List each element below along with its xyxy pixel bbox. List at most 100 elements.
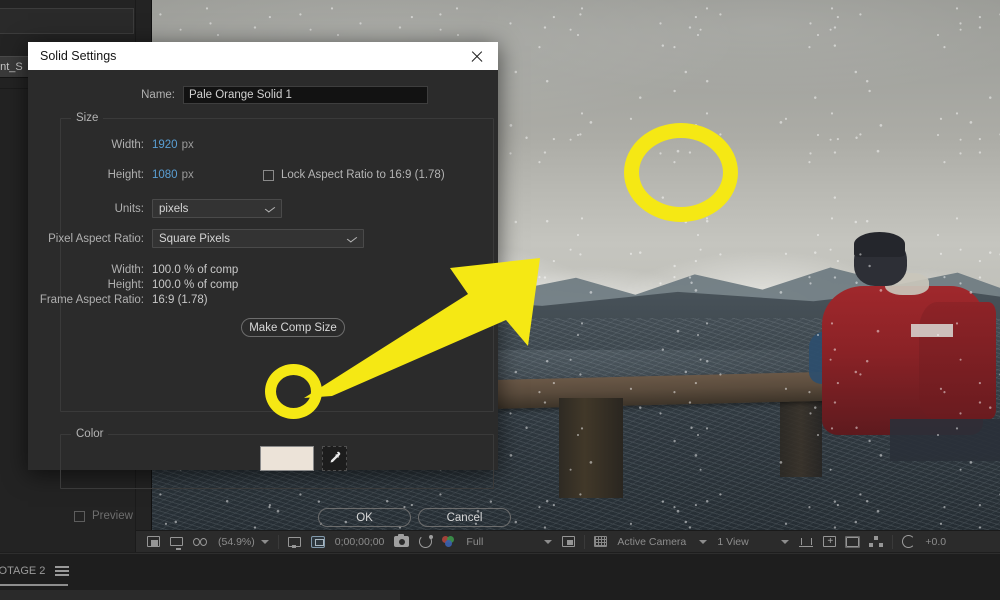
bottom-panel-strip: OOTAGE 2 — [0, 552, 1000, 600]
reset-exposure-icon — [902, 535, 916, 548]
view-layout-value: 1 View — [717, 535, 749, 548]
color-swatch[interactable] — [260, 446, 314, 471]
eyedropper-button[interactable] — [322, 446, 347, 471]
timecode-value: 0;00;00;00 — [334, 535, 385, 548]
comp-height-value: 100.0 % of comp — [152, 279, 239, 291]
close-icon[interactable] — [466, 45, 488, 67]
region-of-interest-icon — [287, 536, 301, 548]
toolbar-separator — [892, 534, 894, 549]
footage-panel-tab[interactable]: OOTAGE 2 — [0, 562, 70, 580]
lock-aspect-row[interactable]: Lock Aspect Ratio to 16:9 (1.78) — [263, 169, 445, 181]
width-value[interactable]: 1920 — [152, 139, 178, 151]
3d-view-icon — [845, 535, 861, 548]
roi-box-icon — [310, 535, 325, 548]
preview-row[interactable]: Preview — [74, 510, 133, 522]
pixel-aspect-value: Square Pixels — [159, 232, 230, 245]
preview-checkbox[interactable] — [74, 510, 85, 522]
channels-rgb-icon — [442, 535, 456, 548]
chevron-down-icon — [260, 539, 269, 544]
dialog-title-bar: Solid Settings — [28, 42, 498, 70]
solid-name-input[interactable] — [183, 86, 428, 104]
eyedropper-icon — [330, 451, 341, 463]
chevron-down-icon — [699, 539, 708, 544]
pixel-aspect-label: Pixel Aspect Ratio: — [48, 232, 144, 245]
viewer-toolbar[interactable]: (54.9%) 0;00;00;00 Full Active Camera 1 … — [136, 530, 1000, 552]
name-row: Name: — [28, 86, 498, 104]
transparency-grid-icon — [594, 536, 608, 547]
zoom-level-dropdown[interactable]: (54.9%) — [213, 531, 274, 553]
3d-glasses-icon — [193, 537, 208, 546]
size-group: Size Width: 1920 px Lock Aspect Ratio to… — [40, 112, 494, 412]
camera-dropdown[interactable]: Active Camera — [612, 531, 712, 553]
frame-aspect-value: 16:9 (1.78) — [152, 294, 208, 306]
pixel-aspect-select[interactable]: Square Pixels — [152, 229, 364, 248]
transparency-grid-button[interactable] — [589, 531, 612, 553]
render-plus-icon — [823, 535, 837, 548]
monitor-button[interactable] — [165, 531, 188, 553]
lock-aspect-checkbox[interactable] — [263, 169, 274, 181]
comp-width-row: Width: 100.0 % of comp — [29, 262, 238, 278]
exposure-value-field[interactable]: +0.0 — [920, 531, 951, 553]
roi-toggle-button[interactable] — [306, 531, 330, 553]
solid-settings-dialog[interactable]: Solid Settings Name: Size Width: 1920 px — [28, 42, 511, 527]
toolbar-separator — [584, 534, 586, 549]
region-of-interest-button[interactable] — [283, 531, 306, 553]
chevron-down-icon — [781, 539, 790, 544]
ok-button[interactable]: OK — [318, 508, 411, 527]
chevron-down-icon — [544, 539, 553, 544]
comp-width-value: 100.0 % of comp — [152, 264, 239, 276]
width-label: Width: — [111, 139, 144, 151]
lock-aspect-label: Lock Aspect Ratio to 16:9 (1.78) — [281, 169, 445, 181]
make-comp-size-button[interactable]: Make Comp Size — [241, 318, 345, 337]
pixel-aspect-row: Pixel Aspect Ratio: Square Pixels — [29, 229, 364, 248]
mask-view-icon — [562, 536, 576, 547]
frame-aspect-label: Frame Aspect Ratio: — [39, 294, 144, 306]
units-row: Units: pixels — [29, 199, 282, 218]
cancel-button[interactable]: Cancel — [418, 508, 511, 527]
dialog-body: Name: Size Width: 1920 px Lock Aspect Ra… — [28, 70, 511, 527]
hamburger-menu-icon[interactable] — [55, 566, 70, 576]
show-snapshot-icon — [419, 535, 434, 548]
footage-tab-label: OOTAGE 2 — [0, 565, 46, 577]
render-button[interactable] — [818, 531, 841, 553]
comp-width-label: Width: — [111, 264, 144, 276]
mask-view-button[interactable] — [557, 531, 580, 553]
height-value[interactable]: 1080 — [152, 169, 178, 181]
snapshot-button[interactable] — [389, 531, 414, 553]
view-layout-dropdown[interactable]: 1 View — [712, 531, 794, 553]
screenshot-root: ent_S — [0, 0, 1000, 600]
timecode-display[interactable]: 0;00;00;00 — [330, 531, 390, 553]
guides-button[interactable] — [794, 531, 818, 553]
exposure-value: +0.0 — [925, 535, 947, 548]
comp-height-row: Height: 100.0 % of comp — [29, 277, 239, 293]
strip-divider — [0, 553, 1000, 554]
units-select[interactable]: pixels — [152, 199, 282, 218]
width-unit: px — [181, 139, 194, 151]
reset-exposure-button[interactable] — [897, 531, 920, 553]
dialog-title: Solid Settings — [40, 49, 117, 63]
resolution-dropdown[interactable]: Full — [461, 531, 557, 553]
units-value: pixels — [159, 202, 189, 215]
height-unit: px — [181, 169, 194, 181]
camera-value: Active Camera — [617, 535, 687, 548]
channels-button[interactable] — [437, 531, 461, 553]
3d-glasses-button[interactable] — [188, 531, 213, 553]
units-label: Units: — [114, 202, 144, 215]
height-row: Height: 1080 px — [29, 169, 194, 181]
comp-height-label: Height: — [107, 279, 144, 291]
size-group-label: Size — [71, 112, 104, 124]
show-snapshot-button[interactable] — [414, 531, 437, 553]
always-preview-button[interactable] — [142, 531, 165, 553]
guides-icon — [799, 537, 814, 547]
renderer-button[interactable] — [864, 531, 888, 553]
width-row: Width: 1920 px — [29, 139, 194, 151]
monitor-icon — [170, 537, 183, 550]
chevron-down-icon — [266, 206, 275, 212]
active-tab-underline — [0, 584, 68, 586]
zoom-level-value: (54.9%) — [218, 535, 255, 548]
snapshot-camera-icon — [394, 533, 410, 547]
3d-view-button[interactable] — [841, 531, 864, 553]
project-search-field[interactable] — [0, 8, 134, 34]
always-preview-icon — [147, 536, 160, 547]
resolution-value: Full — [466, 535, 484, 548]
